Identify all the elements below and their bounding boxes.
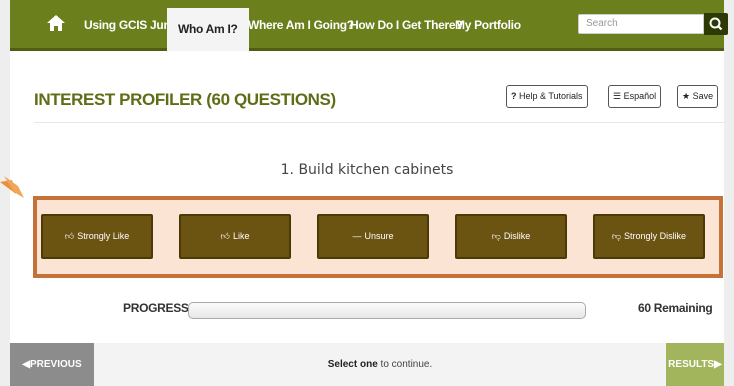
like-button[interactable]: 👍︎ Like: [179, 214, 291, 259]
nav-item-how-do-i-get-there[interactable]: How Do I Get There?: [350, 0, 463, 48]
thumbs-down-outline-icon: 👎︎: [491, 231, 501, 241]
status-message: Select one to continue.: [94, 343, 666, 386]
dash-icon: —: [352, 231, 362, 241]
status-rest: to continue.: [377, 359, 433, 370]
strongly-like-label: Strongly Like: [77, 231, 130, 241]
like-label: Like: [232, 231, 250, 241]
thumbs-up-solid-icon: 👍︎: [64, 231, 75, 241]
strongly-like-button[interactable]: 👍︎ Strongly Like: [41, 214, 153, 259]
save-label: Save: [692, 91, 714, 101]
remaining-count: 60 Remaining: [638, 301, 713, 315]
nav-item-my-portfolio[interactable]: My Portfolio: [455, 0, 521, 48]
footer-bar: ◀PREVIOUS Select one to continue. RESULT…: [10, 343, 724, 386]
menu-lines-icon: ☰: [613, 91, 622, 101]
home-icon[interactable]: [46, 14, 66, 32]
question-text: 1. Build kitchen cabinets: [280, 162, 454, 178]
strongly-dislike-button[interactable]: 👎︎ Strongly Dislike: [593, 214, 705, 259]
help-tutorials-label: Help & Tutorials: [519, 91, 583, 101]
unsure-button[interactable]: — Unsure: [317, 214, 429, 259]
search-button[interactable]: [704, 13, 728, 35]
results-label: RESULTS: [668, 359, 715, 370]
espanol-label: Español: [623, 91, 657, 101]
thumbs-up-outline-icon: 👍︎: [220, 231, 230, 241]
progress-bar: [188, 302, 586, 319]
unsure-label: Unsure: [364, 231, 394, 241]
page-title: INTEREST PROFILER (60 QUESTIONS): [34, 90, 336, 109]
answer-options-highlight: 👍︎ Strongly Like 👍︎ Like — Unsure 👎︎ Dislike…: [33, 196, 723, 278]
status-strong: Select one: [327, 359, 378, 370]
progress-label: PROGRESS: [123, 301, 189, 315]
search-input[interactable]: Search: [578, 14, 704, 34]
dislike-button[interactable]: 👎︎ Dislike: [455, 214, 567, 259]
save-button[interactable]: ★ Save: [677, 85, 719, 108]
question-icon: ?: [511, 91, 517, 101]
pointer-arrow-icon: [0, 176, 24, 198]
star-icon: ★: [682, 91, 691, 101]
dislike-label: Dislike: [503, 231, 531, 241]
nav-item-who-am-i[interactable]: Who Am I?: [167, 8, 249, 51]
strongly-dislike-label: Strongly Dislike: [624, 231, 687, 241]
espanol-button[interactable]: ☰ Español: [608, 85, 662, 108]
thumbs-down-solid-icon: 👎︎: [611, 231, 622, 241]
results-button[interactable]: RESULTS▶: [666, 343, 724, 386]
help-tutorials-button[interactable]: ? Help & Tutorials: [506, 85, 588, 108]
search-icon: [709, 17, 723, 31]
top-navbar: Using GCIS Junior Who Am I? Where Am I G…: [10, 0, 728, 51]
previous-label: PREVIOUS: [30, 359, 82, 370]
title-divider: [34, 122, 724, 123]
previous-button[interactable]: ◀PREVIOUS: [10, 343, 94, 386]
nav-item-where-am-i-going[interactable]: Where Am I Going?: [248, 0, 354, 48]
main-panel: INTEREST PROFILER (60 QUESTIONS) ? Help …: [10, 51, 724, 386]
